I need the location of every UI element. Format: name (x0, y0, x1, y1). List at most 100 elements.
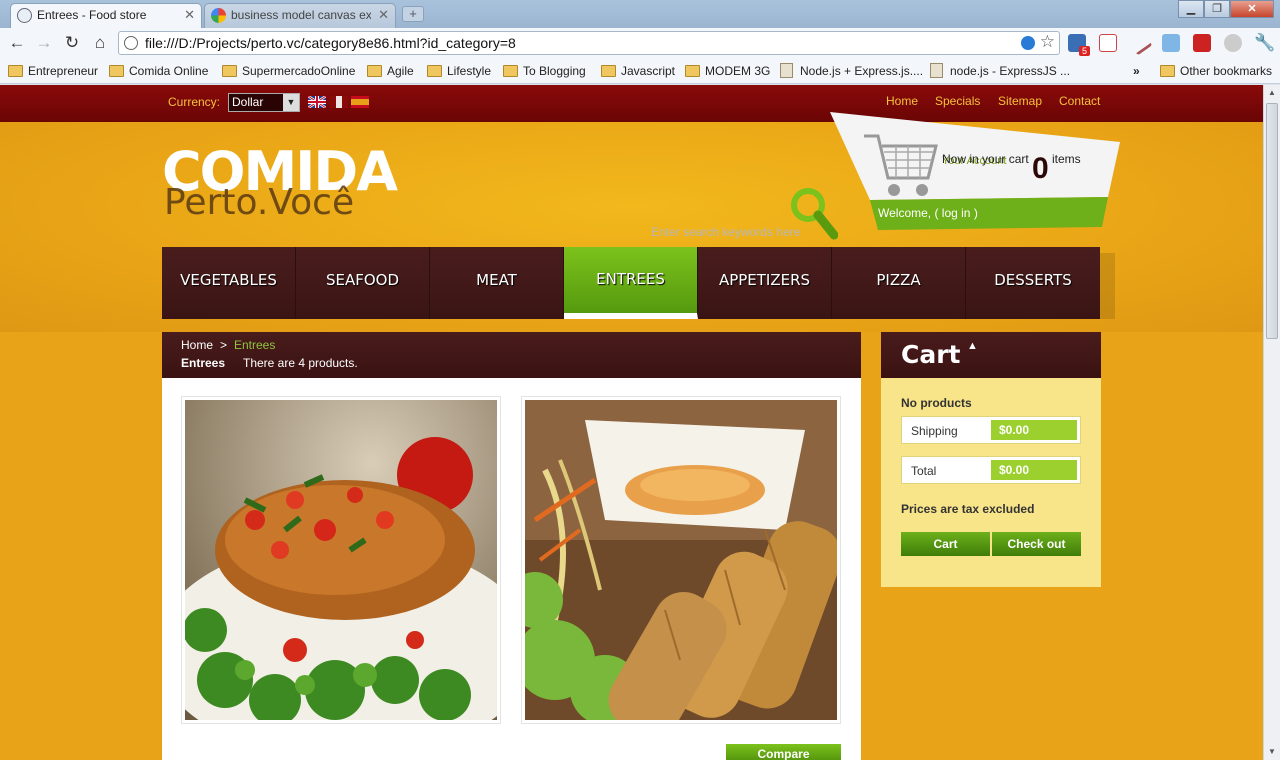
product-image-spring-rolls[interactable] (525, 400, 837, 720)
address-bar[interactable]: file:///D:/Projects/perto.vc/category8e8… (118, 31, 1060, 55)
product-image-schnitzel[interactable] (185, 400, 497, 720)
bookmark-to-blogging[interactable]: To Blogging (503, 62, 586, 80)
bookmark-nodejs-expressjs[interactable]: node.js - ExpressJS ... (930, 62, 1070, 80)
folder-icon (601, 65, 616, 77)
total-label: Total (911, 464, 937, 478)
folder-icon (109, 65, 124, 77)
scroll-up-icon[interactable]: ▲ (1264, 85, 1280, 101)
menu-item-vegetables[interactable]: VEGETABLES (162, 247, 296, 319)
category-menu: VEGETABLES SEAFOOD MEAT ENTREES APPETIZE… (162, 247, 1100, 319)
tab-entrees[interactable]: Entrees - Food store ✕ (10, 3, 202, 28)
compare-button[interactable]: Compare (726, 744, 841, 760)
chat-icon[interactable] (1224, 34, 1242, 52)
shopping-cart-icon (864, 134, 938, 196)
folder-icon (1160, 65, 1175, 77)
restore-button[interactable]: ❐ (1204, 0, 1230, 18)
bookmark-javascript[interactable]: Javascript (601, 62, 675, 80)
search-input[interactable]: Enter search keywords here (651, 225, 800, 239)
chevron-down-icon: ▼ (283, 94, 299, 111)
bookmark-nodejs-express[interactable]: Node.js + Express.js.... (780, 62, 923, 80)
page-icon (124, 36, 138, 50)
bookmark-other[interactable]: Other bookmarks (1160, 62, 1272, 80)
currency-value: Dollar (232, 95, 264, 109)
cart-block-body: No products Shipping $0.00 Total $0.00 P… (881, 378, 1101, 587)
bookmark-comida-online[interactable]: Comida Online (109, 62, 208, 80)
breadcrumb-separator: > (220, 338, 228, 352)
bookmark-entrepreneur[interactable]: Entrepreneur (8, 62, 98, 80)
rss-extension-icon[interactable]: 5 (1068, 34, 1090, 56)
close-tab-icon[interactable]: ✕ (184, 4, 195, 26)
tax-note: Prices are tax excluded (901, 502, 1035, 516)
breadcrumb-home[interactable]: Home (181, 338, 213, 352)
tab-title: business model canvas exar (231, 8, 371, 22)
page-icon (930, 63, 943, 78)
pen-icon[interactable] (1127, 30, 1153, 56)
folder-icon (8, 65, 23, 77)
cart-count: 0 (1032, 152, 1049, 185)
tab-strip: Entrees - Food store ✕ business model ca… (0, 0, 1280, 28)
folder-icon (685, 65, 700, 77)
france-flag-icon[interactable] (330, 96, 348, 108)
back-icon[interactable]: ← (6, 32, 28, 54)
spain-flag-icon[interactable] (351, 96, 369, 108)
cart-block-header: Cart ▲ (881, 332, 1101, 378)
cart-button[interactable]: Cart (901, 532, 990, 556)
total-row: Total $0.00 (901, 456, 1081, 484)
bookmarks-overflow-button[interactable]: » (1133, 62, 1140, 80)
menu-item-meat[interactable]: MEAT (430, 247, 564, 319)
product-list-panel: Home > Entrees Entrees There are 4 produ… (162, 332, 861, 760)
toplink-specials[interactable]: Specials (935, 94, 980, 108)
currency-select[interactable]: Dollar ▼ (228, 93, 300, 112)
reload-icon[interactable]: ↻ (61, 32, 83, 54)
cart-now-label: Now in your cart (942, 152, 1029, 166)
collapse-arrow-icon[interactable]: ▲ (967, 340, 978, 352)
shipping-value: $0.00 (991, 420, 1077, 440)
shipping-row: Shipping $0.00 (901, 416, 1081, 444)
toplink-sitemap[interactable]: Sitemap (998, 94, 1042, 108)
minimize-button[interactable]: ▁ (1178, 0, 1204, 18)
ie-tab-icon[interactable] (1021, 36, 1035, 50)
bookmark-lifestyle[interactable]: Lifestyle (427, 62, 491, 80)
page-extension-icon[interactable] (1162, 34, 1180, 52)
menu-item-seafood[interactable]: SEAFOOD (296, 247, 430, 319)
checkout-button[interactable]: Check out (992, 532, 1081, 556)
no-products-label: No products (901, 396, 972, 410)
forward-icon[interactable]: → (33, 32, 55, 54)
menu-shadow (1100, 253, 1115, 319)
toplink-home[interactable]: Home (886, 94, 918, 108)
tab-business-model[interactable]: business model canvas exar ✕ (204, 3, 396, 28)
welcome-login-link[interactable]: Welcome, ( log in ) (878, 206, 978, 220)
scrollbar-thumb[interactable] (1266, 103, 1278, 339)
close-tab-icon[interactable]: ✕ (378, 4, 389, 26)
bookmark-modem-3g[interactable]: MODEM 3G (685, 62, 770, 80)
menu-item-entrees[interactable]: ENTREES (564, 247, 698, 319)
url-text: file:///D:/Projects/perto.vc/category8e8… (145, 35, 516, 51)
vertical-scrollbar[interactable]: ▲ ▼ (1263, 85, 1280, 760)
menu-item-pizza[interactable]: PIZZA (832, 247, 966, 319)
breadcrumb-current: Entrees (234, 338, 276, 352)
shipping-label: Shipping (911, 424, 958, 438)
menu-item-appetizers[interactable]: APPETIZERS (698, 247, 832, 319)
cart-items-label: items (1052, 152, 1081, 166)
toplink-contact[interactable]: Contact (1059, 94, 1100, 108)
product-count: There are 4 products. (243, 356, 358, 370)
total-value: $0.00 (991, 460, 1077, 480)
menu-item-desserts[interactable]: DESSERTS (966, 247, 1100, 319)
browser-toolbar: ← → ↻ ⌂ file:///D:/Projects/perto.vc/cat… (0, 28, 1280, 58)
folder-icon (222, 65, 237, 77)
uk-flag-icon[interactable] (308, 96, 326, 108)
product-card[interactable] (521, 396, 841, 724)
scroll-down-icon[interactable]: ▼ (1264, 744, 1280, 760)
product-card[interactable] (181, 396, 501, 724)
new-tab-button[interactable]: + (402, 6, 424, 22)
bookmark-agile[interactable]: Agile (367, 62, 414, 80)
wrench-icon[interactable]: 🔧 (1254, 34, 1275, 52)
bookmark-star-icon[interactable]: ☆ (1040, 32, 1055, 52)
adobe-icon[interactable] (1193, 34, 1211, 52)
folder-icon (427, 65, 442, 77)
gmail-icon[interactable] (1099, 34, 1117, 52)
close-window-button[interactable]: ✕ (1230, 0, 1274, 18)
bookmark-supermercado[interactable]: SupermercadoOnline (222, 62, 355, 80)
home-icon[interactable]: ⌂ (89, 32, 111, 54)
google-icon (211, 8, 226, 23)
